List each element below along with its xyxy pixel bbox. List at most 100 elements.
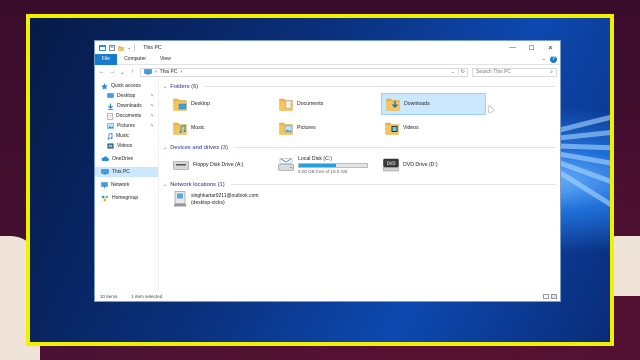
sidebar-item-label: Videos [117, 143, 133, 149]
dvd-drive-item[interactable]: DVD DVD Drive (D:) [379, 154, 484, 176]
collapse-chevron-icon[interactable]: ⌄ [163, 182, 167, 188]
homegroup-icon [101, 195, 109, 202]
folder-label: Music [191, 125, 205, 131]
breadcrumb-this-pc[interactable]: This PC [160, 69, 178, 75]
sidebar-item-quick-access[interactable]: Quick access [95, 81, 158, 91]
folder-pictures[interactable]: Pictures [275, 117, 380, 139]
floppy-drive-item[interactable]: Floppy Disk Drive (A:) [169, 154, 274, 176]
folder-music-icon [173, 120, 187, 136]
pin-icon: ✎ [150, 93, 154, 98]
folders-group-header[interactable]: ⌄ Folders (6) [163, 82, 556, 91]
explorer-icon [99, 44, 106, 51]
pin-icon: ✎ [150, 123, 154, 128]
folder-desktop-icon [173, 96, 187, 112]
cloud-icon [101, 156, 109, 162]
sidebar-item-documents[interactable]: Documents ✎ [95, 111, 158, 121]
document-icon [107, 112, 113, 120]
minimize-button[interactable]: — [503, 41, 522, 54]
title-bar[interactable]: ⌄ This PC — ☐ ✕ [95, 41, 560, 54]
search-input[interactable]: Search This PC ⌕ [472, 67, 557, 77]
folder-videos-icon [385, 120, 399, 136]
folder-desktop[interactable]: Desktop [169, 93, 274, 115]
expand-ribbon-chevron-icon[interactable]: ⌄ [542, 56, 546, 62]
refresh-button[interactable]: ↻ [457, 69, 467, 75]
tab-file[interactable]: File [95, 53, 118, 65]
sidebar-item-downloads[interactable]: Downloads ✎ [95, 101, 158, 111]
download-icon [107, 103, 114, 110]
folder-label: Downloads [404, 101, 430, 107]
network-drive-icon [174, 191, 186, 207]
sidebar-item-label: Network [111, 182, 130, 188]
sidebar-item-music[interactable]: Music [95, 131, 158, 141]
sidebar-item-network[interactable]: Network [95, 180, 158, 190]
sidebar-item-label: Desktop [117, 93, 136, 99]
devices-group-header[interactable]: ⌄ Devices and drives (3) [163, 143, 556, 152]
recent-locations-button[interactable]: ⌄ [120, 69, 125, 76]
computer-icon [144, 69, 152, 75]
sidebar-item-pictures[interactable]: Pictures ✎ [95, 121, 158, 131]
folder-videos[interactable]: Videos [381, 117, 486, 139]
sidebar-item-onedrive[interactable]: OneDrive [95, 154, 158, 164]
tab-view[interactable]: View [153, 54, 178, 65]
address-bar[interactable]: › This PC › ⌄ ↻ [140, 67, 468, 77]
large-icons-view-icon[interactable] [551, 294, 557, 299]
sidebar-item-desktop[interactable]: Desktop ✎ [95, 91, 158, 101]
folder-label: Videos [403, 125, 419, 131]
collapse-chevron-icon[interactable]: ⌄ [163, 145, 167, 151]
help-icon[interactable]: ? [550, 55, 557, 63]
local-disk-label: Local Disk (C:) [298, 156, 333, 162]
sidebar-item-label: Documents [116, 113, 142, 119]
sidebar-item-label: Downloads [117, 103, 142, 109]
sidebar-item-label: Pictures [117, 123, 136, 129]
dvd-drive-label: DVD Drive (D:) [403, 162, 438, 168]
forward-button[interactable]: → [109, 69, 116, 75]
network-icon [101, 181, 108, 189]
address-dropdown-icon[interactable]: ⌄ [451, 69, 455, 75]
sidebar-item-homegroup[interactable]: Homegroup [95, 193, 158, 203]
tab-computer[interactable]: Computer [117, 54, 153, 65]
folder-music[interactable]: Music [169, 117, 274, 139]
sidebar-item-videos[interactable]: Videos [95, 141, 158, 151]
collapse-chevron-icon[interactable]: ⌄ [163, 84, 167, 90]
network-location-item[interactable]: singhkartar9211@outlook.com (desktop-vic… [173, 191, 556, 207]
network-group-header[interactable]: ⌄ Network locations (1) [163, 180, 556, 189]
computer-icon [101, 169, 109, 175]
disk-usage-bar [298, 163, 368, 168]
back-button[interactable]: ← [98, 69, 105, 75]
explorer-body: Quick access Desktop ✎ Downloads ✎ Documents ✎… [95, 79, 560, 292]
pictures-icon [107, 123, 114, 129]
folder-label: Desktop [191, 101, 211, 107]
floppy-drive-icon [173, 161, 189, 170]
network-group-title: Network locations (1) [170, 181, 225, 188]
quick-access-toolbar: ⌄ [99, 44, 136, 51]
devices-group-title: Devices and drives (3) [170, 144, 228, 151]
dvd-drive-icon: DVD [383, 158, 399, 172]
folder-downloads-icon [386, 96, 400, 112]
drives-row: Floppy Disk Drive (A:) Local Disk (C:) 9… [169, 154, 556, 176]
properties-icon[interactable] [109, 44, 115, 51]
details-view-icon[interactable] [543, 294, 549, 299]
network-location-host: (desktop-vicks) [191, 199, 225, 206]
floppy-drive-label: Floppy Disk Drive (A:) [193, 162, 244, 168]
pin-icon: ✎ [150, 103, 154, 108]
star-icon [101, 82, 108, 90]
breadcrumb-separator: › [180, 69, 183, 75]
new-folder-icon[interactable] [118, 45, 124, 51]
search-icon: ⌕ [550, 69, 553, 75]
up-button[interactable]: ↑ [129, 69, 136, 75]
view-switcher [543, 294, 560, 299]
breadcrumb-separator: › [155, 69, 157, 75]
sidebar-item-label: Homegroup [112, 195, 139, 201]
local-disk-item[interactable]: Local Disk (C:) 9.00 GB free of 19.5 GB [274, 154, 379, 176]
dvd-logo-text: DVD [387, 161, 396, 166]
close-button[interactable]: ✕ [541, 41, 560, 54]
qat-chevron-icon[interactable]: ⌄ [127, 45, 131, 51]
maximize-button[interactable]: ☐ [522, 41, 541, 54]
folder-downloads[interactable]: Downloads [381, 93, 486, 115]
item-count: 10 items [100, 294, 118, 299]
folder-documents[interactable]: Documents [275, 93, 380, 115]
network-location-email: singhkartar9211@outlook.com [191, 192, 259, 199]
folder-label: Pictures [297, 125, 316, 131]
music-icon [107, 132, 113, 140]
sidebar-item-this-pc[interactable]: This PC [95, 167, 158, 177]
